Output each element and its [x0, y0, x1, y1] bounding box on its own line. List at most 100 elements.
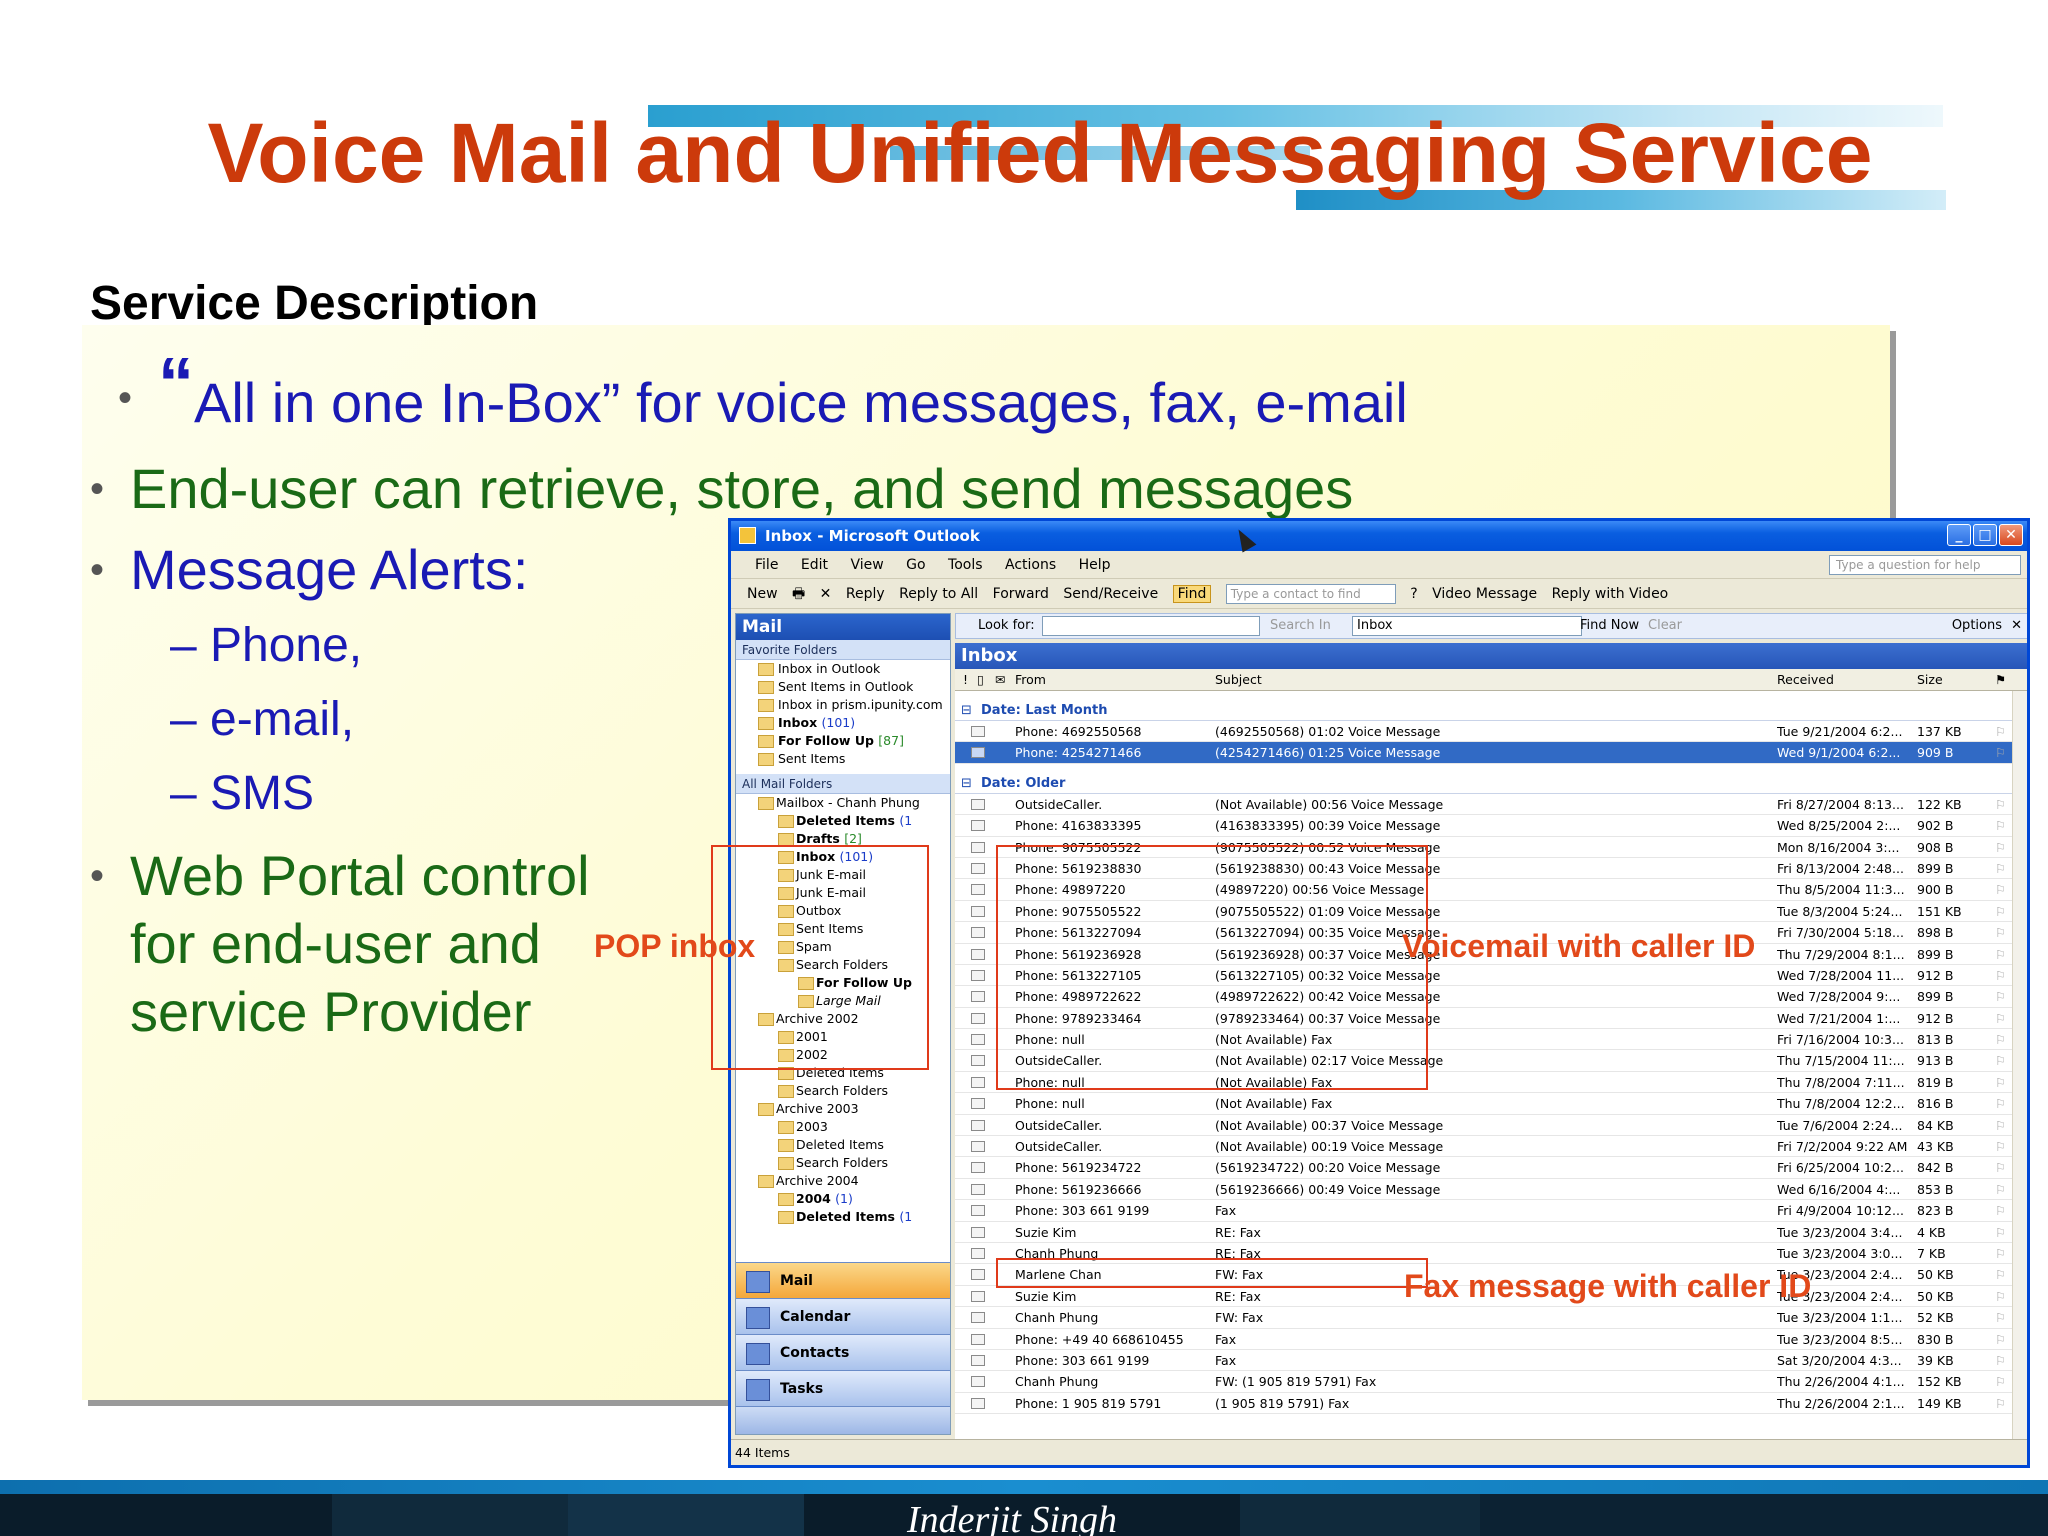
send-receive-button[interactable]: Send/Receive: [1063, 586, 1158, 602]
importance-icon[interactable]: !: [963, 669, 968, 691]
flag-icon[interactable]: ⚐: [1995, 1243, 2006, 1264]
folder-item[interactable]: Search Folders: [736, 1082, 950, 1100]
maximize-button[interactable]: □: [1973, 524, 1997, 546]
folder-item[interactable]: Deleted Items (1: [736, 812, 950, 830]
message-row[interactable]: Chanh Phung FW: (1 905 819 5791) Fax Thu 2…: [955, 1371, 2027, 1393]
message-row[interactable]: OutsideCaller. (Not Available) 00:56 Voic…: [955, 794, 2027, 816]
message-list-scrollbar[interactable]: [2012, 691, 2027, 1441]
menu-go[interactable]: Go: [906, 557, 925, 573]
column-size[interactable]: Size: [1917, 669, 1943, 691]
message-row[interactable]: Phone: 5619234722 (5619234722) 00:20 Voic…: [955, 1157, 2027, 1179]
look-for-input[interactable]: [1042, 616, 1260, 636]
flag-icon[interactable]: ⚐: [1995, 1008, 2006, 1029]
flag-icon[interactable]: ⚐: [1995, 1393, 2006, 1414]
flag-icon[interactable]: ⚐: [1995, 1222, 2006, 1243]
reply-all-button[interactable]: Reply to All: [899, 586, 978, 602]
minimize-button[interactable]: _: [1947, 524, 1971, 546]
reply-video-button[interactable]: Reply with Video: [1552, 586, 1669, 602]
group-header-last-month[interactable]: Date: Last Month: [955, 701, 2027, 721]
delete-icon[interactable]: ✕: [820, 586, 832, 602]
contact-search-input[interactable]: Type a contact to find: [1225, 584, 1396, 604]
flag-icon[interactable]: ⚐: [1995, 1115, 2006, 1136]
message-row[interactable]: Phone: 4692550568 (4692550568) 01:02 Voic…: [955, 721, 2027, 743]
column-subject[interactable]: Subject: [1215, 669, 1262, 691]
flag-icon[interactable]: ⚐: [1995, 879, 2006, 900]
flag-icon[interactable]: ⚐: [1995, 1179, 2006, 1200]
message-row[interactable]: OutsideCaller. (Not Available) 00:37 Voic…: [955, 1115, 2027, 1137]
menu-actions[interactable]: Actions: [1005, 557, 1056, 573]
flag-icon[interactable]: ⚐: [1995, 1200, 2006, 1221]
flag-icon[interactable]: ⚐: [1995, 922, 2006, 943]
flag-icon[interactable]: ⚐: [1995, 944, 2006, 965]
print-icon[interactable]: 🖶: [792, 586, 805, 602]
message-row[interactable]: OutsideCaller. (Not Available) 00:19 Voic…: [955, 1136, 2027, 1158]
menu-file[interactable]: File: [755, 557, 778, 573]
folder-item[interactable]: Search Folders: [736, 1154, 950, 1172]
options-button[interactable]: Options: [1952, 614, 2002, 638]
folder-item[interactable]: Deleted Items: [736, 1136, 950, 1154]
close-search-icon[interactable]: ✕: [2011, 614, 2022, 638]
clear-button[interactable]: Clear: [1648, 614, 1682, 638]
icon-column-icon[interactable]: ▯: [977, 669, 984, 691]
favorite-folder[interactable]: For Follow Up [87]: [736, 732, 950, 750]
flag-icon[interactable]: ⚐: [1995, 1157, 2006, 1178]
nav-button-tasks[interactable]: Tasks: [736, 1370, 950, 1406]
message-row[interactable]: Phone: 4254271466 (4254271466) 01:25 Voic…: [955, 742, 2027, 764]
flag-icon[interactable]: ⚐: [1995, 1093, 2006, 1114]
search-in-value[interactable]: Inbox: [1352, 616, 1582, 636]
folder-item[interactable]: Archive 2004: [736, 1172, 950, 1190]
flag-icon[interactable]: ⚐: [1995, 837, 2006, 858]
folder-item[interactable]: 2003: [736, 1118, 950, 1136]
column-received[interactable]: Received: [1777, 669, 1834, 691]
find-now-button[interactable]: Find Now: [1580, 614, 1639, 638]
flag-icon[interactable]: ⚐: [1995, 794, 2006, 815]
reply-button[interactable]: Reply: [846, 586, 885, 602]
help-question-input[interactable]: Type a question for help: [1829, 555, 2021, 575]
flag-icon[interactable]: ⚐: [1995, 858, 2006, 879]
folder-item[interactable]: 2004 (1): [736, 1190, 950, 1208]
search-in-dropdown[interactable]: Search In: [1270, 614, 1331, 638]
folder-item[interactable]: Archive 2003: [736, 1100, 950, 1118]
folder-item[interactable]: Deleted Items (1: [736, 1208, 950, 1226]
flag-icon[interactable]: ⚐: [1995, 1350, 2006, 1371]
group-header-older[interactable]: Date: Older: [955, 774, 2027, 794]
column-from[interactable]: From: [1015, 669, 1046, 691]
flag-icon[interactable]: ⚐: [1995, 986, 2006, 1007]
forward-button[interactable]: Forward: [993, 586, 1049, 602]
nav-button-mail[interactable]: Mail: [736, 1262, 950, 1298]
flag-icon[interactable]: ⚐: [1995, 1136, 2006, 1157]
flag-icon[interactable]: ⚐: [1995, 1329, 2006, 1350]
menu-tools[interactable]: Tools: [948, 557, 983, 573]
message-row[interactable]: Phone: 4163833395 (4163833395) 00:39 Voic…: [955, 815, 2027, 837]
flag-icon[interactable]: ⚐: [1995, 1307, 2006, 1328]
flag-column-icon[interactable]: ⚑: [1995, 669, 2006, 691]
favorite-folder[interactable]: Sent Items in Outlook: [736, 678, 950, 696]
menu-view[interactable]: View: [850, 557, 883, 573]
menu-help[interactable]: Help: [1079, 557, 1111, 573]
message-row[interactable]: Phone: 303 661 9199 Fax Fri 4/9/2004 10:12…: [955, 1200, 2027, 1222]
help-icon[interactable]: ?: [1410, 586, 1417, 602]
flag-icon[interactable]: ⚐: [1995, 1371, 2006, 1392]
favorite-folder[interactable]: Inbox in prism.ipunity.com: [736, 696, 950, 714]
flag-icon[interactable]: ⚐: [1995, 901, 2006, 922]
flag-icon[interactable]: ⚐: [1995, 1029, 2006, 1050]
new-button[interactable]: New: [747, 586, 778, 602]
message-row[interactable]: Chanh Phung FW: Fax Tue 3/23/2004 1:1... 52…: [955, 1307, 2027, 1329]
message-row[interactable]: Phone: 5619236666 (5619236666) 00:49 Voic…: [955, 1179, 2027, 1201]
message-row[interactable]: Phone: 1 905 819 5791 (1 905 819 5791) Fa…: [955, 1393, 2027, 1415]
flag-icon[interactable]: ⚐: [1995, 1050, 2006, 1071]
video-message-button[interactable]: Video Message: [1432, 586, 1537, 602]
find-button[interactable]: Find: [1172, 585, 1212, 603]
flag-icon[interactable]: ⚐: [1995, 1286, 2006, 1307]
favorite-folder[interactable]: Inbox in Outlook: [736, 660, 950, 678]
message-row[interactable]: Phone: +49 40 668610455 Fax Tue 3/23/2004 …: [955, 1329, 2027, 1350]
menu-edit[interactable]: Edit: [801, 557, 828, 573]
nav-button-contacts[interactable]: Contacts: [736, 1334, 950, 1370]
favorite-folder[interactable]: Inbox (101): [736, 714, 950, 732]
favorite-folder[interactable]: Sent Items: [736, 750, 950, 768]
folder-item[interactable]: Mailbox - Chanh Phung: [736, 794, 950, 812]
flag-icon[interactable]: ⚐: [1995, 1072, 2006, 1093]
message-row[interactable]: Phone: 303 661 9199 Fax Sat 3/20/2004 4:3.…: [955, 1350, 2027, 1372]
attachment-icon[interactable]: ✉: [995, 669, 1005, 691]
close-button[interactable]: ✕: [1999, 524, 2023, 546]
